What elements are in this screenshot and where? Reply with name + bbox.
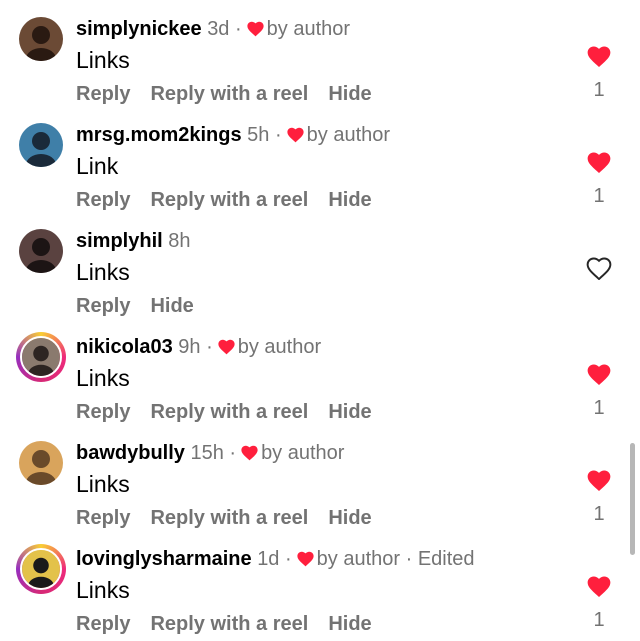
heart-icon (297, 551, 314, 567)
reply-button[interactable]: Reply (76, 83, 130, 105)
reply-with-reel-button[interactable]: Reply with a reel (150, 189, 308, 211)
reply-with-reel-button[interactable]: Reply with a reel (150, 401, 308, 423)
liked-by-author-label: by author (316, 548, 401, 570)
username-link[interactable]: nikicola03 (76, 336, 173, 358)
username-link[interactable]: simplynickee (76, 18, 202, 40)
hide-button[interactable]: Hide (328, 83, 371, 105)
reply-with-reel-button[interactable]: Reply with a reel (150, 83, 308, 105)
hide-button[interactable]: Hide (328, 507, 371, 529)
timestamp: 3d (207, 18, 230, 40)
comment-text: Link (76, 153, 119, 179)
avatar[interactable] (16, 544, 66, 594)
liked-by-author-label: by author (261, 442, 345, 464)
comment-meta: simplyhil 8h (76, 229, 191, 253)
comment-actions: Reply Hide (76, 294, 214, 318)
scrollbar[interactable] (630, 443, 635, 555)
timestamp: 9h (178, 336, 201, 358)
like-heart-icon[interactable] (586, 44, 612, 68)
comment-text: Links (76, 365, 130, 391)
comment-item: bawdybully 15h · by author Links Reply Reply… (0, 424, 640, 530)
separator: · (279, 548, 292, 570)
like-count[interactable]: 1 (586, 185, 612, 208)
separator: · (269, 124, 282, 146)
timestamp: 1d (257, 548, 280, 570)
comment-meta: bawdybully 15h · by author (76, 441, 344, 465)
comment-actions: Reply Reply with a reel Hide (76, 400, 392, 424)
reply-with-reel-button[interactable]: Reply with a reel (150, 613, 308, 635)
comment-actions: Reply Reply with a reel Hide (76, 188, 392, 212)
reply-button[interactable]: Reply (76, 613, 130, 635)
comment-meta: mrsg.mom2kings 5h · by author (76, 123, 390, 147)
hide-button[interactable]: Hide (328, 189, 371, 211)
timestamp: 8h (168, 230, 191, 252)
reply-button[interactable]: Reply (76, 507, 130, 529)
avatar-photo (19, 17, 63, 61)
comment-text: Links (76, 259, 130, 285)
comment-text: Links (76, 471, 130, 497)
comment-actions: Reply Reply with a reel Hide (76, 612, 392, 636)
reply-button[interactable]: Reply (76, 295, 130, 317)
avatar[interactable] (16, 332, 66, 382)
edited-label: Edited (417, 548, 475, 570)
like-heart-icon[interactable] (586, 468, 612, 492)
avatar-photo (19, 441, 63, 485)
comment-item: simplyhil 8h Links Reply Hide (0, 212, 640, 318)
comment-text: Links (76, 47, 130, 73)
heart-icon (218, 339, 235, 355)
like-count[interactable]: 1 (586, 397, 612, 420)
liked-by-author-label: by author (306, 124, 391, 146)
comment-actions: Reply Reply with a reel Hide (76, 82, 392, 106)
like-heart-outline-icon[interactable] (586, 256, 612, 280)
comment-meta: nikicola03 9h · by author (76, 335, 321, 359)
username-link[interactable]: bawdybully (76, 442, 185, 464)
hide-button[interactable]: Hide (328, 613, 371, 635)
avatar[interactable] (16, 226, 66, 276)
like-count[interactable]: 1 (586, 609, 612, 632)
comment-item: simplynickee 3d · by author Links Reply Repl… (0, 0, 640, 106)
comment-text: Links (76, 577, 130, 603)
username-link[interactable]: lovinglysharmaine (76, 548, 252, 570)
reply-button[interactable]: Reply (76, 189, 130, 211)
comment-item: nikicola03 9h · by author Links Reply Reply … (0, 318, 640, 424)
liked-by-author-label: by author (237, 336, 322, 358)
reply-button[interactable]: Reply (76, 401, 130, 423)
like-count[interactable]: 1 (586, 503, 612, 526)
hide-button[interactable]: Hide (328, 401, 371, 423)
like-heart-icon[interactable] (586, 150, 612, 174)
avatar-photo (19, 123, 63, 167)
reply-with-reel-button[interactable]: Reply with a reel (150, 507, 308, 529)
comment-item: mrsg.mom2kings 5h · by author Link Reply Rep… (0, 106, 640, 212)
comment-item: lovinglysharmaine 1d · by author · Edited… (0, 530, 640, 636)
separator: · (200, 336, 213, 358)
username-link[interactable]: mrsg.mom2kings (76, 124, 242, 146)
avatar[interactable] (16, 438, 66, 488)
hide-button[interactable]: Hide (150, 295, 193, 317)
like-count[interactable]: 1 (586, 79, 612, 102)
timestamp: 15h (190, 442, 224, 464)
comment-meta: simplynickee 3d · by author (76, 17, 350, 41)
like-heart-icon[interactable] (586, 362, 612, 386)
heart-icon (287, 127, 304, 143)
avatar[interactable] (16, 120, 66, 170)
comment-actions: Reply Reply with a reel Hide (76, 506, 392, 530)
separator: · (400, 548, 418, 570)
avatar[interactable] (16, 14, 66, 64)
separator: · (229, 18, 242, 40)
comment-meta: lovinglysharmaine 1d · by author · Edited (76, 547, 475, 571)
liked-by-author-label: by author (266, 18, 351, 40)
avatar-photo (19, 229, 63, 273)
avatar-photo (20, 548, 62, 590)
timestamp: 5h (247, 124, 270, 146)
heart-icon (241, 445, 258, 461)
username-link[interactable]: simplyhil (76, 230, 163, 252)
heart-icon (247, 21, 264, 37)
avatar-photo (20, 336, 62, 378)
like-heart-icon[interactable] (586, 574, 612, 598)
separator: · (223, 442, 237, 464)
